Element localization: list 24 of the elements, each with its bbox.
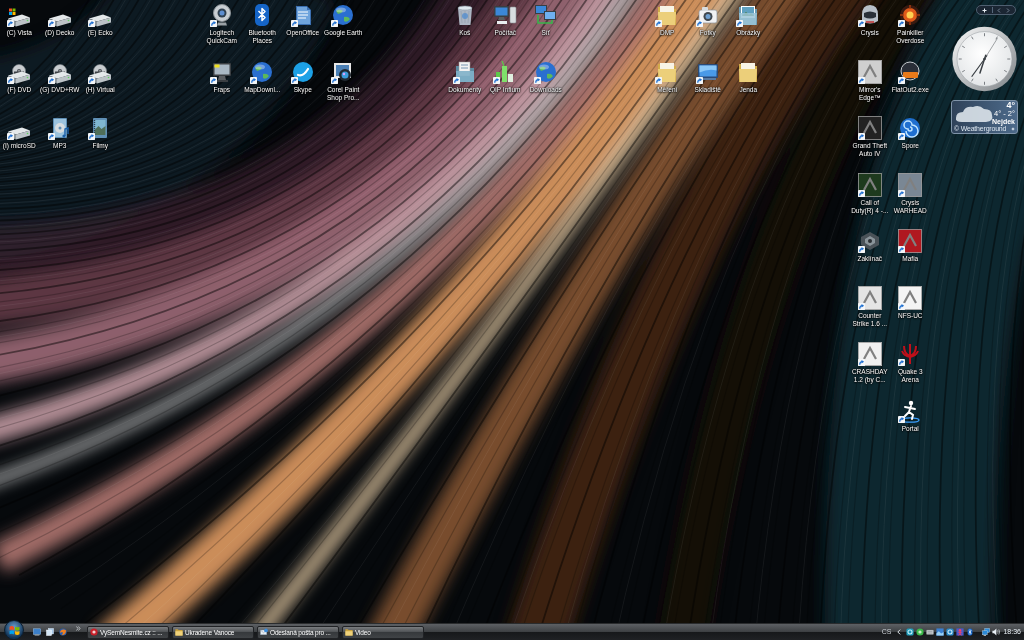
plus-icon[interactable] bbox=[982, 7, 988, 13]
envelope-icon bbox=[260, 628, 268, 636]
disc-icon bbox=[90, 628, 98, 636]
double-chevron-icon[interactable] bbox=[76, 626, 81, 631]
picture-icon[interactable] bbox=[936, 628, 945, 636]
keyboard-icon[interactable] bbox=[926, 628, 935, 636]
figure-icon[interactable] bbox=[956, 628, 965, 636]
network-icon[interactable] bbox=[982, 628, 991, 636]
folder-icon bbox=[175, 628, 183, 636]
sparkle-icon[interactable] bbox=[1011, 127, 1015, 131]
start-button[interactable] bbox=[4, 620, 24, 640]
ring-icon[interactable] bbox=[906, 628, 915, 636]
circle-icon[interactable] bbox=[916, 628, 925, 636]
analog-clock bbox=[951, 25, 1018, 93]
flag-icon bbox=[8, 624, 20, 636]
clouds-picture bbox=[954, 104, 994, 124]
window-stack-icon[interactable] bbox=[46, 628, 54, 636]
temperature-text: 4° bbox=[1006, 101, 1015, 110]
globe-icon[interactable] bbox=[59, 628, 67, 636]
ring-icon[interactable] bbox=[946, 628, 955, 636]
bluetooth-icon[interactable] bbox=[966, 628, 975, 636]
speaker-icon[interactable] bbox=[992, 628, 1001, 636]
desktop-icon[interactable] bbox=[33, 628, 41, 636]
folder-icon bbox=[345, 628, 353, 636]
